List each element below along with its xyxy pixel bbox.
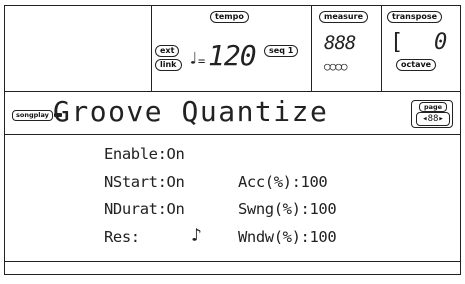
eighth-note-icon[interactable]: ♪ — [191, 225, 202, 246]
measure-value: 888 — [324, 32, 356, 54]
transpose-panel: transpose [ 0 octave — [382, 6, 460, 91]
beat-indicators: ○○○○ — [324, 60, 347, 73]
lcd-display: tempo ext link ♩ = 120 seq 1 measure 888… — [4, 5, 461, 275]
songplay-mode-icon: songplay — [12, 110, 62, 121]
res-label: Res: — [104, 228, 140, 246]
page-number: ◂88▸ — [416, 112, 450, 126]
nstart-param[interactable]: NStart:On — [104, 173, 185, 191]
acc-param[interactable]: Acc(%):100 — [238, 173, 328, 191]
measure-label: measure — [319, 11, 368, 23]
octave-label: octave — [396, 59, 437, 71]
blank-panel — [5, 6, 152, 91]
tempo-value: 120 — [208, 39, 257, 72]
tempo-label: tempo — [210, 11, 249, 23]
transpose-label: transpose — [387, 11, 443, 23]
ndurat-param[interactable]: NDurat:On — [104, 200, 185, 218]
page-label: page — [419, 102, 447, 112]
ext-label: ext — [155, 45, 180, 57]
wndw-param[interactable]: Wndw(%):100 — [238, 228, 337, 246]
tempo-equals: = — [198, 54, 206, 68]
bottom-divider — [5, 261, 460, 262]
transpose-bracket: [ — [390, 30, 404, 55]
swng-param[interactable]: Swng(%):100 — [238, 200, 337, 218]
transpose-value: 0 — [434, 30, 448, 55]
measure-panel: measure 888 ○○○○ — [312, 6, 382, 91]
page-title: Groove Quantize — [53, 95, 329, 128]
title-bar: songplay Groove Quantize page ◂88▸ — [5, 91, 460, 135]
link-label: link — [155, 59, 182, 71]
quarter-note-icon: ♩ — [188, 49, 199, 69]
page-selector[interactable]: page ◂88▸ — [411, 100, 453, 128]
tempo-panel: tempo ext link ♩ = 120 seq 1 — [152, 6, 312, 91]
enable-param[interactable]: Enable:On — [104, 145, 185, 163]
seq-label: seq 1 — [264, 45, 299, 57]
